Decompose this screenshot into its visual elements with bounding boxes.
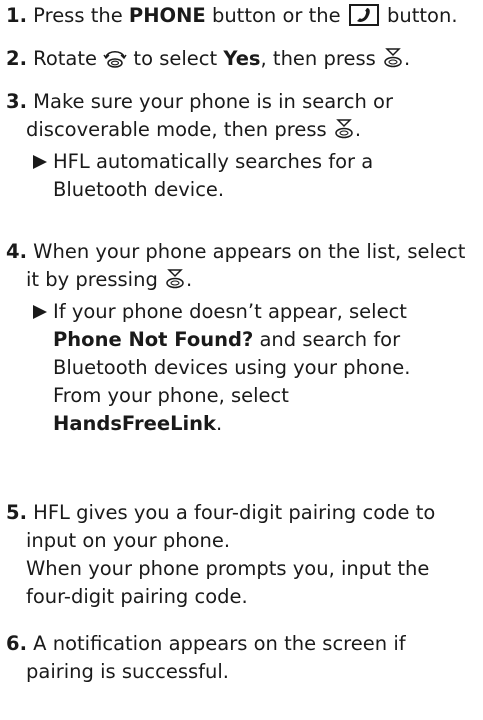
step-text: button or the (205, 4, 347, 27)
press-selector-icon (333, 118, 355, 148)
step-text: it by pressing (26, 268, 165, 291)
press-selector-icon (382, 47, 404, 77)
yes-label: Yes (223, 47, 261, 70)
step-text: , then press (260, 47, 382, 70)
step-text: HFL gives you a four-digit pairing code … (26, 501, 436, 524)
step-text: button. (380, 4, 458, 27)
step-number: 4. (6, 240, 27, 263)
step-text: pairing is successful. (26, 660, 230, 683)
result-text: HFL automatically searches for a (53, 150, 374, 173)
result-text: From your phone, select (53, 384, 289, 407)
step-3: 3. Make sure your phone is in search or … (6, 88, 482, 204)
step-text: When your phone prompts you, input the (26, 557, 430, 580)
step-6: 6. A notification appears on the screen … (6, 630, 482, 686)
step-text: Make sure your phone is in search or (26, 90, 393, 113)
step-text: Rotate (26, 47, 104, 70)
rotate-selector-icon (103, 47, 127, 77)
step-text: When your phone appears on the list, sel… (26, 240, 466, 263)
step-text: A notification appears on the screen if (26, 632, 406, 655)
phone-button-icon (348, 4, 379, 26)
result-text: Bluetooth device. (53, 178, 225, 201)
result-arrow-icon (33, 155, 47, 169)
handsfreelink-label: HandsFreeLink (53, 412, 217, 435)
result-text: and search for (253, 328, 401, 351)
step-2: 2. Rotate to select Yes, then press . (6, 45, 482, 77)
result-note: If your phone doesn’t appear, select Pho… (6, 298, 482, 438)
step-text: discoverable mode, then press (26, 118, 333, 141)
step-text: four-digit pairing code. (26, 585, 248, 608)
step-number: 6. (6, 632, 27, 655)
step-text: . (403, 47, 411, 70)
result-note: HFL automatically searches for a Bluetoo… (6, 148, 482, 204)
step-number: 3. (6, 90, 27, 113)
step-number: 1. (6, 4, 27, 27)
step-text: Press the (26, 4, 129, 27)
step-text: . (354, 118, 362, 141)
result-text: If your phone doesn’t appear, select (53, 300, 407, 323)
step-1: 1. Press the PHONE button or the button. (6, 2, 482, 30)
press-selector-icon (164, 268, 186, 298)
phone-button-label: PHONE (128, 4, 206, 27)
step-number: 2. (6, 47, 27, 70)
step-text: input on your phone. (26, 529, 231, 552)
step-text: . (186, 268, 193, 291)
result-arrow-icon (33, 305, 47, 319)
result-text: . (216, 412, 223, 435)
step-4: 4. When your phone appears on the list, … (6, 238, 482, 438)
step-5: 5. HFL gives you a four-digit pairing co… (6, 499, 482, 611)
step-number: 5. (6, 501, 27, 524)
instruction-page: 1. Press the PHONE button or the button.… (0, 0, 483, 720)
phone-not-found-label: Phone Not Found? (53, 328, 254, 351)
result-text: Bluetooth devices using your phone. (53, 356, 411, 379)
step-text: to select (127, 47, 224, 70)
